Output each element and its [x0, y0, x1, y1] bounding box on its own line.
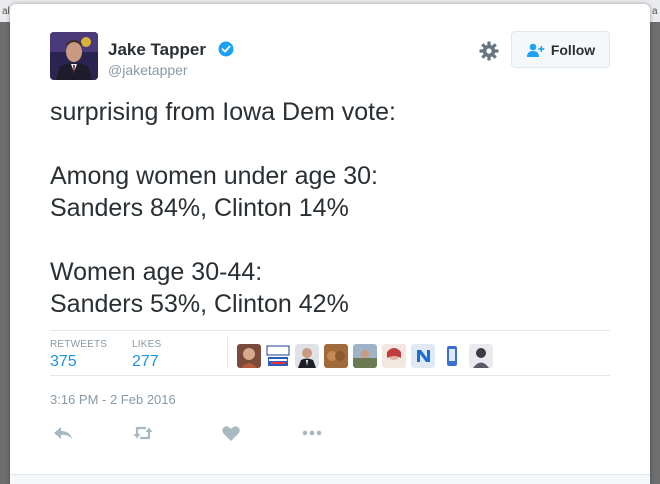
liker-avatar[interactable]: [295, 344, 319, 368]
retweets-stat[interactable]: RETWEETS 375: [50, 339, 107, 371]
tweet-stats: RETWEETS 375 LIKES 277: [50, 330, 610, 376]
follow-button[interactable]: Follow: [511, 31, 610, 68]
follow-button-label: Follow: [550, 41, 596, 58]
liker-avatar[interactable]: [266, 344, 290, 368]
liker-avatars: [237, 344, 493, 368]
retweets-label: RETWEETS: [50, 339, 108, 350]
add-user-icon: [526, 43, 545, 57]
like-icon[interactable]: [220, 422, 242, 444]
liker-avatar[interactable]: [469, 344, 493, 368]
tweet-card: Jake Tapper @jaketapper Follow surprisin…: [10, 4, 650, 484]
tweet-text: surprising from Iowa Dem vote: Among wom…: [50, 98, 396, 318]
gear-icon[interactable]: [478, 40, 500, 62]
likes-label: LIKES: [132, 339, 162, 350]
liker-avatar[interactable]: [353, 344, 377, 368]
author-avatar[interactable]: [50, 32, 98, 80]
likes-count: 277: [132, 353, 159, 370]
retweet-icon[interactable]: [132, 422, 154, 444]
author-handle[interactable]: @jaketapper: [108, 62, 188, 78]
liker-avatar[interactable]: [440, 344, 464, 368]
liker-avatar[interactable]: [237, 344, 261, 368]
verified-badge-icon: [218, 41, 234, 57]
more-icon[interactable]: [301, 422, 323, 444]
background-text-fragment-left: al: [2, 6, 10, 17]
tweet-timestamp[interactable]: 3:16 PM - 2 Feb 2016: [50, 392, 176, 407]
liker-avatar[interactable]: [382, 344, 406, 368]
liker-avatar[interactable]: [324, 344, 348, 368]
reply-icon[interactable]: [52, 422, 74, 444]
author-name[interactable]: Jake Tapper: [108, 40, 206, 60]
liker-avatar[interactable]: [411, 344, 435, 368]
likes-stat[interactable]: LIKES 277: [132, 339, 161, 371]
retweets-count: 375: [50, 353, 77, 370]
stats-divider: [227, 337, 228, 369]
card-footer: [10, 474, 650, 484]
background-text-fragment-right: a: [652, 6, 658, 17]
